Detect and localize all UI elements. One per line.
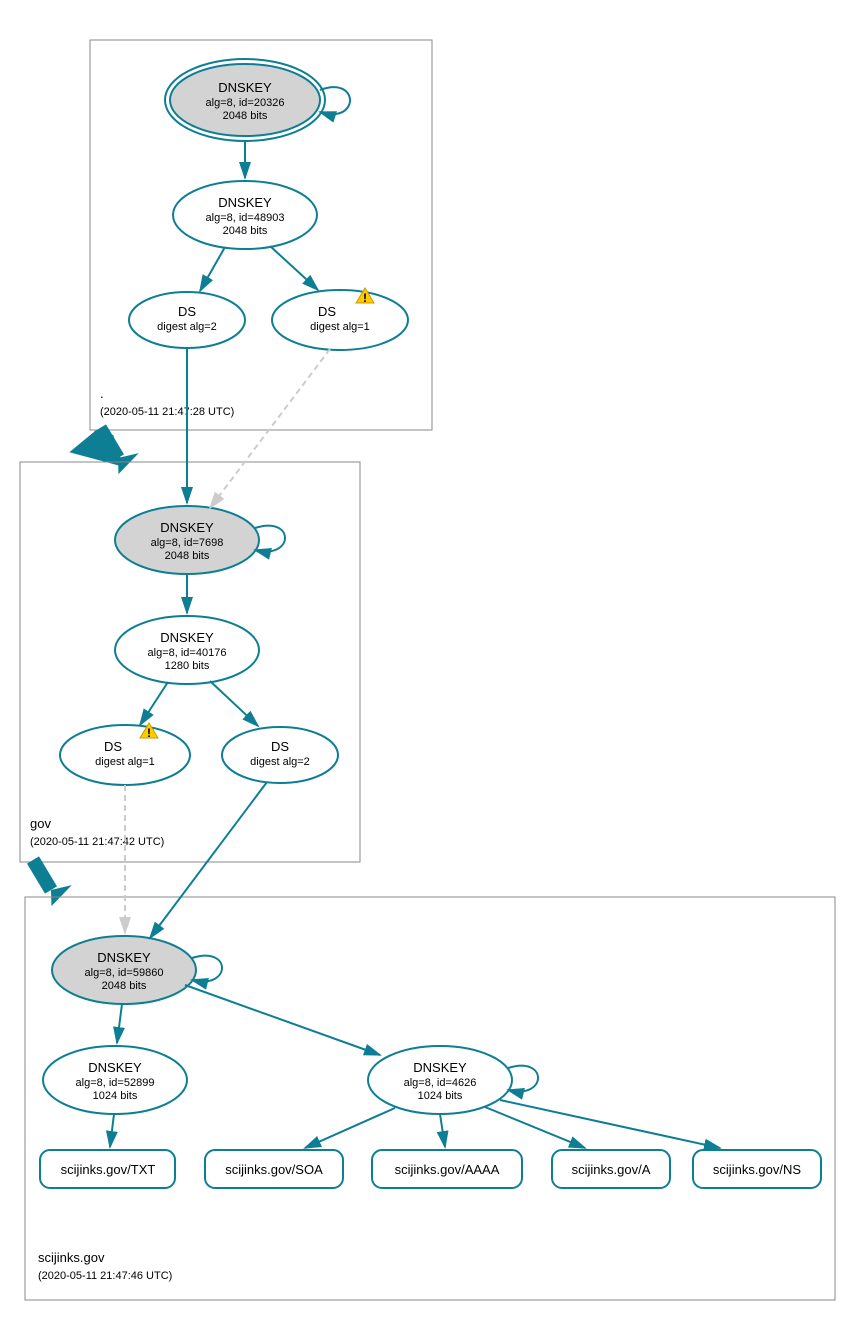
svg-text:digest alg=2: digest alg=2: [250, 756, 310, 768]
scijinks-dnskey-ksk: DNSKEY alg=8, id=59860 2048 bits: [52, 936, 196, 1004]
svg-text:1280 bits: 1280 bits: [165, 660, 210, 672]
record-aaaa: scijinks.gov/AAAA: [372, 1150, 522, 1188]
svg-text:DNSKEY: DNSKEY: [218, 195, 272, 210]
svg-text:2048 bits: 2048 bits: [165, 550, 210, 562]
record-soa: scijinks.gov/SOA: [205, 1150, 343, 1188]
svg-text:2048 bits: 2048 bits: [102, 980, 147, 992]
svg-text:!: !: [147, 726, 151, 740]
svg-text:DNSKEY: DNSKEY: [218, 80, 272, 95]
svg-text:alg=8, id=40176: alg=8, id=40176: [148, 647, 227, 659]
edge: [305, 1108, 395, 1148]
svg-text:alg=8, id=48903: alg=8, id=48903: [206, 212, 285, 224]
edge: [270, 246, 318, 290]
record-txt: scijinks.gov/TXT: [40, 1150, 175, 1188]
svg-text:1024 bits: 1024 bits: [418, 1090, 463, 1102]
svg-text:alg=8, id=20326: alg=8, id=20326: [206, 97, 285, 109]
edge-dashed: [210, 349, 330, 508]
edge: [485, 1107, 585, 1148]
record-a: scijinks.gov/A: [552, 1150, 670, 1188]
svg-text:DS: DS: [318, 304, 336, 319]
svg-text:alg=8, id=4626: alg=8, id=4626: [404, 1077, 477, 1089]
svg-text:digest alg=1: digest alg=1: [95, 756, 155, 768]
svg-text:scijinks.gov/A: scijinks.gov/A: [572, 1162, 651, 1177]
edge: [200, 247, 225, 291]
root-ds-alg1: DS digest alg=1 !: [272, 288, 408, 350]
svg-text:DNSKEY: DNSKEY: [413, 1060, 467, 1075]
svg-text:scijinks.gov/AAAA: scijinks.gov/AAAA: [395, 1162, 500, 1177]
scijinks-dnskey-zsk1: DNSKEY alg=8, id=52899 1024 bits: [43, 1046, 187, 1114]
edge: [500, 1100, 720, 1148]
svg-text:2048 bits: 2048 bits: [223, 225, 268, 237]
svg-text:scijinks.gov/TXT: scijinks.gov/TXT: [61, 1162, 156, 1177]
svg-text:DNSKEY: DNSKEY: [97, 950, 151, 965]
gov-dnskey-zsk: DNSKEY alg=8, id=40176 1280 bits: [115, 616, 259, 684]
svg-text:alg=8, id=52899: alg=8, id=52899: [76, 1077, 155, 1089]
edge: [440, 1114, 445, 1147]
edge: [150, 782, 267, 938]
scijinks-dnskey-zsk2: DNSKEY alg=8, id=4626 1024 bits: [368, 1046, 512, 1114]
svg-text:scijinks.gov/SOA: scijinks.gov/SOA: [225, 1162, 323, 1177]
gov-dnskey-ksk: DNSKEY alg=8, id=7698 2048 bits: [115, 506, 259, 574]
svg-text:DS: DS: [271, 739, 289, 754]
svg-text:alg=8, id=7698: alg=8, id=7698: [151, 537, 224, 549]
svg-text:digest alg=1: digest alg=1: [310, 321, 370, 333]
svg-text:DS: DS: [104, 739, 122, 754]
svg-text:DS: DS: [178, 304, 196, 319]
svg-text:DNSKEY: DNSKEY: [88, 1060, 142, 1075]
svg-text:2048 bits: 2048 bits: [223, 110, 268, 122]
delegation-arrow: [33, 860, 51, 890]
edge: [110, 1114, 114, 1147]
gov-ds-alg1: DS digest alg=1 !: [60, 723, 190, 785]
edge: [210, 681, 258, 726]
record-ns: scijinks.gov/NS: [693, 1150, 821, 1188]
svg-text:digest alg=2: digest alg=2: [157, 321, 217, 333]
svg-text:DNSKEY: DNSKEY: [160, 630, 214, 645]
root-dnskey-zsk: DNSKEY alg=8, id=48903 2048 bits: [173, 181, 317, 249]
dnssec-diagram: . (2020-05-11 21:47:28 UTC) DNSKEY alg=8…: [0, 0, 851, 1320]
zone-gov-label: gov: [30, 816, 51, 831]
svg-text:!: !: [363, 291, 367, 305]
edge: [117, 1004, 122, 1043]
zone-scijinks-timestamp: (2020-05-11 21:47:46 UTC): [38, 1270, 172, 1282]
edge: [140, 682, 168, 725]
zone-root-label: .: [100, 386, 104, 401]
zone-gov-timestamp: (2020-05-11 21:47:42 UTC): [30, 836, 164, 848]
svg-text:DNSKEY: DNSKEY: [160, 520, 214, 535]
root-ds-alg2: DS digest alg=2: [129, 292, 245, 348]
gov-ds-alg2: DS digest alg=2: [222, 727, 338, 783]
edge: [185, 985, 380, 1055]
svg-text:scijinks.gov/NS: scijinks.gov/NS: [713, 1162, 801, 1177]
zone-root-timestamp: (2020-05-11 21:47:28 UTC): [100, 406, 234, 418]
root-dnskey-ksk: DNSKEY alg=8, id=20326 2048 bits: [165, 59, 325, 141]
svg-text:1024 bits: 1024 bits: [93, 1090, 138, 1102]
zone-scijinks-label: scijinks.gov: [38, 1250, 105, 1265]
svg-text:alg=8, id=59860: alg=8, id=59860: [85, 967, 164, 979]
